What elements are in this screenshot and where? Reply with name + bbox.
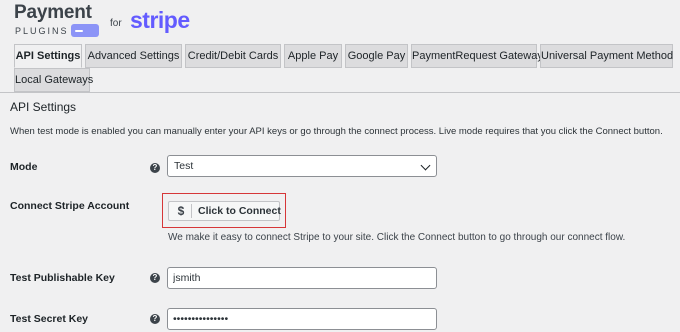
tab-credit-debit-cards[interactable]: Credit/Debit Cards: [185, 44, 281, 68]
publishable-key-help-icon[interactable]: ?: [150, 273, 160, 283]
section-title: API Settings: [10, 100, 77, 114]
logo-payment-text: Payment: [14, 2, 92, 23]
mode-select[interactable]: Test: [167, 155, 437, 177]
logo-plugins-text: PLUGINS: [15, 26, 69, 36]
publishable-key-input[interactable]: [167, 267, 437, 289]
section-description: When test mode is enabled you can manual…: [10, 126, 663, 137]
tab-universal-payment-method[interactable]: Universal Payment Method: [540, 44, 673, 68]
publishable-key-label: Test Publishable Key: [10, 272, 115, 284]
connect-button-label: Click to Connect: [198, 205, 281, 217]
tab-google-pay[interactable]: Google Pay: [345, 44, 408, 68]
tab-local-gateways[interactable]: Local Gateways: [14, 68, 93, 92]
mode-select-value: Test: [174, 160, 194, 172]
mode-label: Mode: [10, 161, 38, 173]
click-to-connect-button[interactable]: $ Click to Connect: [168, 201, 281, 221]
card-icon: [71, 24, 99, 37]
secret-key-input[interactable]: [167, 308, 437, 330]
tab-apple-pay[interactable]: Apple Pay: [284, 44, 342, 68]
secret-key-help-icon[interactable]: ?: [150, 314, 160, 324]
secret-key-label: Test Secret Key: [10, 313, 89, 325]
chevron-down-icon: [420, 160, 431, 171]
payment-plugins-logo: Payment PLUGINS for stripe: [14, 2, 214, 40]
tab-paymentrequest-gateway[interactable]: PaymentRequest Gateway: [411, 44, 543, 68]
connect-highlight-box: $ Click to Connect: [162, 193, 286, 228]
button-divider: [191, 204, 192, 218]
connect-stripe-label: Connect Stripe Account: [10, 200, 130, 212]
tab-advanced-settings[interactable]: Advanced Settings: [85, 44, 182, 68]
connect-description: We make it easy to connect Stripe to you…: [168, 232, 626, 243]
stripe-logo: stripe: [130, 7, 190, 33]
tabs-divider: [0, 92, 680, 93]
tab-api-settings[interactable]: API Settings: [14, 44, 82, 68]
mode-help-icon[interactable]: ?: [150, 163, 160, 173]
dollar-icon: $: [177, 204, 185, 218]
logo-for-text: for: [110, 18, 122, 29]
